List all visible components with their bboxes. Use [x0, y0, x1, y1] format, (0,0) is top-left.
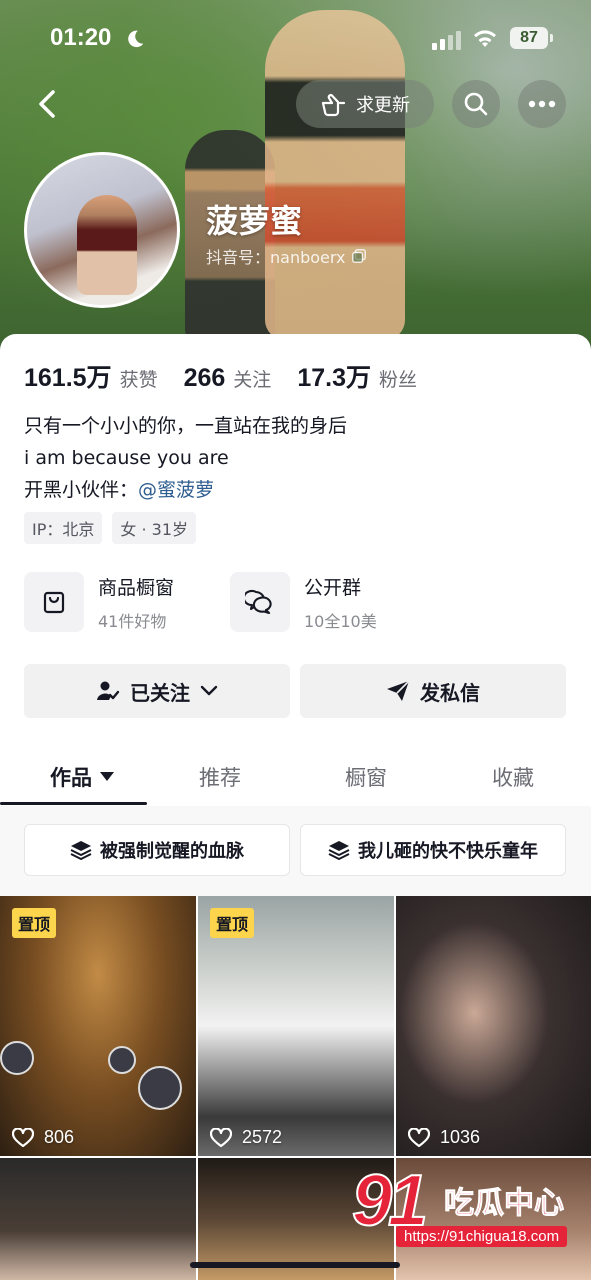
layers-icon — [70, 841, 92, 860]
profile-content: 161.5万 获赞 266 关注 17.3万 粉丝 只有一个小小的你，一直站在我… — [0, 334, 591, 1280]
tab-works-label: 作品 — [50, 766, 92, 790]
avatar[interactable] — [24, 152, 180, 308]
watermark-text: 吃瓜中心 — [444, 1186, 565, 1222]
avatar-person-photo — [77, 195, 137, 295]
stat-following[interactable]: 266 关注 — [184, 364, 272, 393]
request-update-button[interactable]: 求更新 — [296, 80, 434, 128]
back-button[interactable] — [28, 84, 68, 124]
shop-window-entry[interactable]: 商品橱窗 41件好物 — [24, 572, 174, 632]
tab-works[interactable]: 作品 — [50, 762, 114, 792]
stat-followers-label: 粉丝 — [378, 369, 417, 391]
shopping-bag-icon — [24, 572, 84, 632]
following-label: 已关注 — [130, 680, 190, 705]
stat-likes-label: 获赞 — [119, 369, 158, 391]
video-likes-count: 2572 — [242, 1127, 283, 1147]
paper-plane-icon — [387, 680, 410, 701]
tab-favorites[interactable]: 收藏 — [492, 762, 534, 792]
home-indicator — [190, 1262, 400, 1268]
video-likes: 806 — [12, 1127, 74, 1148]
video-likes: 2572 — [210, 1127, 282, 1148]
douyin-id: 抖音号：nanboerx — [206, 248, 346, 267]
bio-line-3: 开黑小伙伴：@蜜菠萝 — [24, 474, 347, 506]
video-thumbnail[interactable]: 置顶 2572 — [198, 896, 394, 1156]
status-time: 01:20 — [50, 24, 112, 51]
shop-window-title: 商品橱窗 — [98, 576, 175, 599]
wifi-icon — [474, 30, 496, 47]
stat-likes[interactable]: 161.5万 获赞 — [24, 358, 158, 394]
heart-outline-icon — [408, 1127, 430, 1147]
video-thumbnail[interactable]: 1036 — [396, 896, 591, 1156]
chat-group-icon — [230, 572, 290, 632]
bio-mention-link[interactable]: @蜜菠萝 — [138, 479, 214, 501]
following-button[interactable]: 已关注 — [24, 664, 290, 718]
collection-chip-label: 被强制觉醒的血脉 — [100, 841, 244, 862]
pinned-badge: 置顶 — [210, 908, 255, 938]
profile-tabs: 作品 推荐 橱窗 收藏 — [0, 754, 591, 807]
heart-outline-icon — [12, 1127, 34, 1147]
stats-row: 161.5万 获赞 266 关注 17.3万 粉丝 — [24, 358, 443, 394]
send-message-button[interactable]: 发私信 — [300, 664, 566, 718]
drum-shape — [0, 1041, 34, 1075]
tab-shop-window[interactable]: 橱窗 — [345, 762, 387, 792]
copy-icon[interactable] — [351, 249, 366, 263]
video-thumbnail[interactable] — [0, 1158, 196, 1280]
pinned-badge: 置顶 — [12, 908, 57, 938]
public-group-entry[interactable]: 公开群 10全10美 — [230, 572, 377, 632]
battery-tip — [550, 34, 553, 42]
profile-nickname: 菠萝蜜 — [206, 202, 303, 240]
more-options-button[interactable] — [518, 80, 566, 128]
video-likes-count: 1036 — [440, 1127, 481, 1147]
video-likes-count: 806 — [44, 1127, 75, 1147]
shop-window-subtitle: 41件好物 — [98, 611, 167, 631]
chevron-down-icon — [200, 685, 218, 696]
stat-likes-value: 161.5万 — [24, 364, 112, 392]
stat-following-label: 关注 — [233, 369, 272, 391]
tab-indicator — [0, 802, 147, 805]
drum-shape — [108, 1046, 136, 1074]
gender-age-tag: 女 · 31岁 — [112, 512, 196, 544]
stat-following-value: 266 — [183, 364, 226, 392]
moon-icon — [128, 30, 144, 48]
bio-line-3-prefix: 开黑小伙伴： — [24, 479, 139, 501]
stat-followers-value: 17.3万 — [297, 364, 371, 392]
chevron-left-icon — [39, 90, 55, 118]
collections-area: 被强制觉醒的血脉 我儿砸的快不快乐童年 — [0, 806, 591, 896]
more-dots-icon — [528, 100, 556, 108]
watermark-url: https://91chigua18.com — [396, 1226, 568, 1247]
profile-tags: IP：北京 女 · 31岁 — [24, 512, 196, 544]
watermark-logo: 91 吃瓜中心 https://91chigua18.com — [351, 1160, 587, 1260]
ip-location-tag: IP：北京 — [24, 512, 103, 544]
request-update-label: 求更新 — [356, 95, 410, 116]
layers-icon — [328, 841, 350, 860]
search-icon — [464, 92, 488, 116]
hand-point-icon — [321, 94, 346, 117]
video-thumbnail[interactable]: 置顶 806 — [0, 896, 196, 1156]
profile-bio: 只有一个小小的你，一直站在我的身后 i am because you are 开… — [24, 410, 347, 506]
public-group-title: 公开群 — [304, 576, 362, 599]
douyin-id-row[interactable]: 抖音号：nanboerx — [206, 244, 366, 268]
user-check-icon — [97, 681, 120, 700]
collection-chip-label: 我儿砸的快不快乐童年 — [358, 841, 538, 862]
collection-chip[interactable]: 被强制觉醒的血脉 — [24, 824, 290, 876]
collection-chip[interactable]: 我儿砸的快不快乐童年 — [300, 824, 566, 876]
battery-indicator: 87 — [510, 27, 548, 49]
heart-outline-icon — [210, 1127, 232, 1147]
video-likes: 1036 — [408, 1127, 480, 1148]
drum-shape — [138, 1066, 182, 1110]
caret-down-icon[interactable] — [100, 772, 114, 782]
search-button[interactable] — [452, 80, 500, 128]
send-message-label: 发私信 — [420, 680, 480, 705]
bio-line-1: 只有一个小小的你，一直站在我的身后 — [24, 415, 348, 437]
tab-recommend[interactable]: 推荐 — [199, 762, 241, 792]
signal-icon — [432, 31, 461, 50]
bio-line-2: i am because you are — [24, 447, 229, 469]
stat-followers[interactable]: 17.3万 粉丝 — [297, 358, 417, 394]
public-group-subtitle: 10全10美 — [304, 611, 377, 631]
status-bar: 01:20 87 — [0, 18, 591, 62]
